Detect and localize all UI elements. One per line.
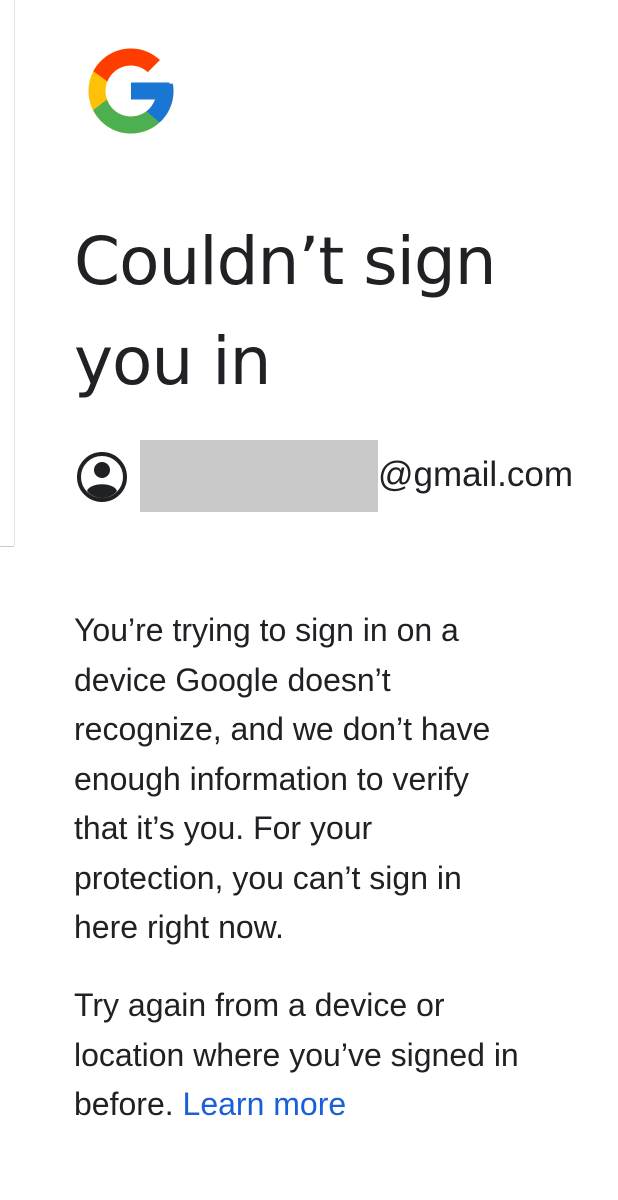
left-divider-tick xyxy=(0,546,14,547)
retry-message: Try again from a device or location wher… xyxy=(74,981,594,1130)
explanation-message: You’re trying to sign in on a device Goo… xyxy=(74,606,574,953)
retry-line: Try again from a device or xyxy=(74,987,445,1023)
message-line: protection, you can’t sign in xyxy=(74,859,462,896)
retry-line: location where you’ve signed in xyxy=(74,1036,519,1073)
retry-line-prefix: before. xyxy=(74,1086,174,1122)
retry-line-3: before. Learn more xyxy=(74,1080,594,1130)
left-divider xyxy=(14,0,15,546)
account-circle-icon xyxy=(76,451,128,503)
page-title-line-2: you in xyxy=(74,323,271,400)
message-line: recognize, and we don’t have xyxy=(74,711,491,747)
email-domain: @gmail.com xyxy=(378,455,574,494)
learn-more-link[interactable]: Learn more xyxy=(183,1086,347,1122)
message-line: that it’s you. For your xyxy=(74,810,373,846)
message-line: You’re trying to sign in on a xyxy=(74,612,459,648)
redacted-email-username xyxy=(140,440,378,512)
page-title-line-1: Couldn’t sign xyxy=(74,223,497,300)
google-logo-icon xyxy=(80,40,182,142)
page-title: Couldn’t sign you in xyxy=(74,212,594,412)
message-line: device Google doesn’t xyxy=(74,661,391,698)
account-chip[interactable]: @gmail.com xyxy=(76,440,596,512)
message-line: here right now. xyxy=(74,909,284,945)
message-line: enough information to verify xyxy=(74,760,469,797)
